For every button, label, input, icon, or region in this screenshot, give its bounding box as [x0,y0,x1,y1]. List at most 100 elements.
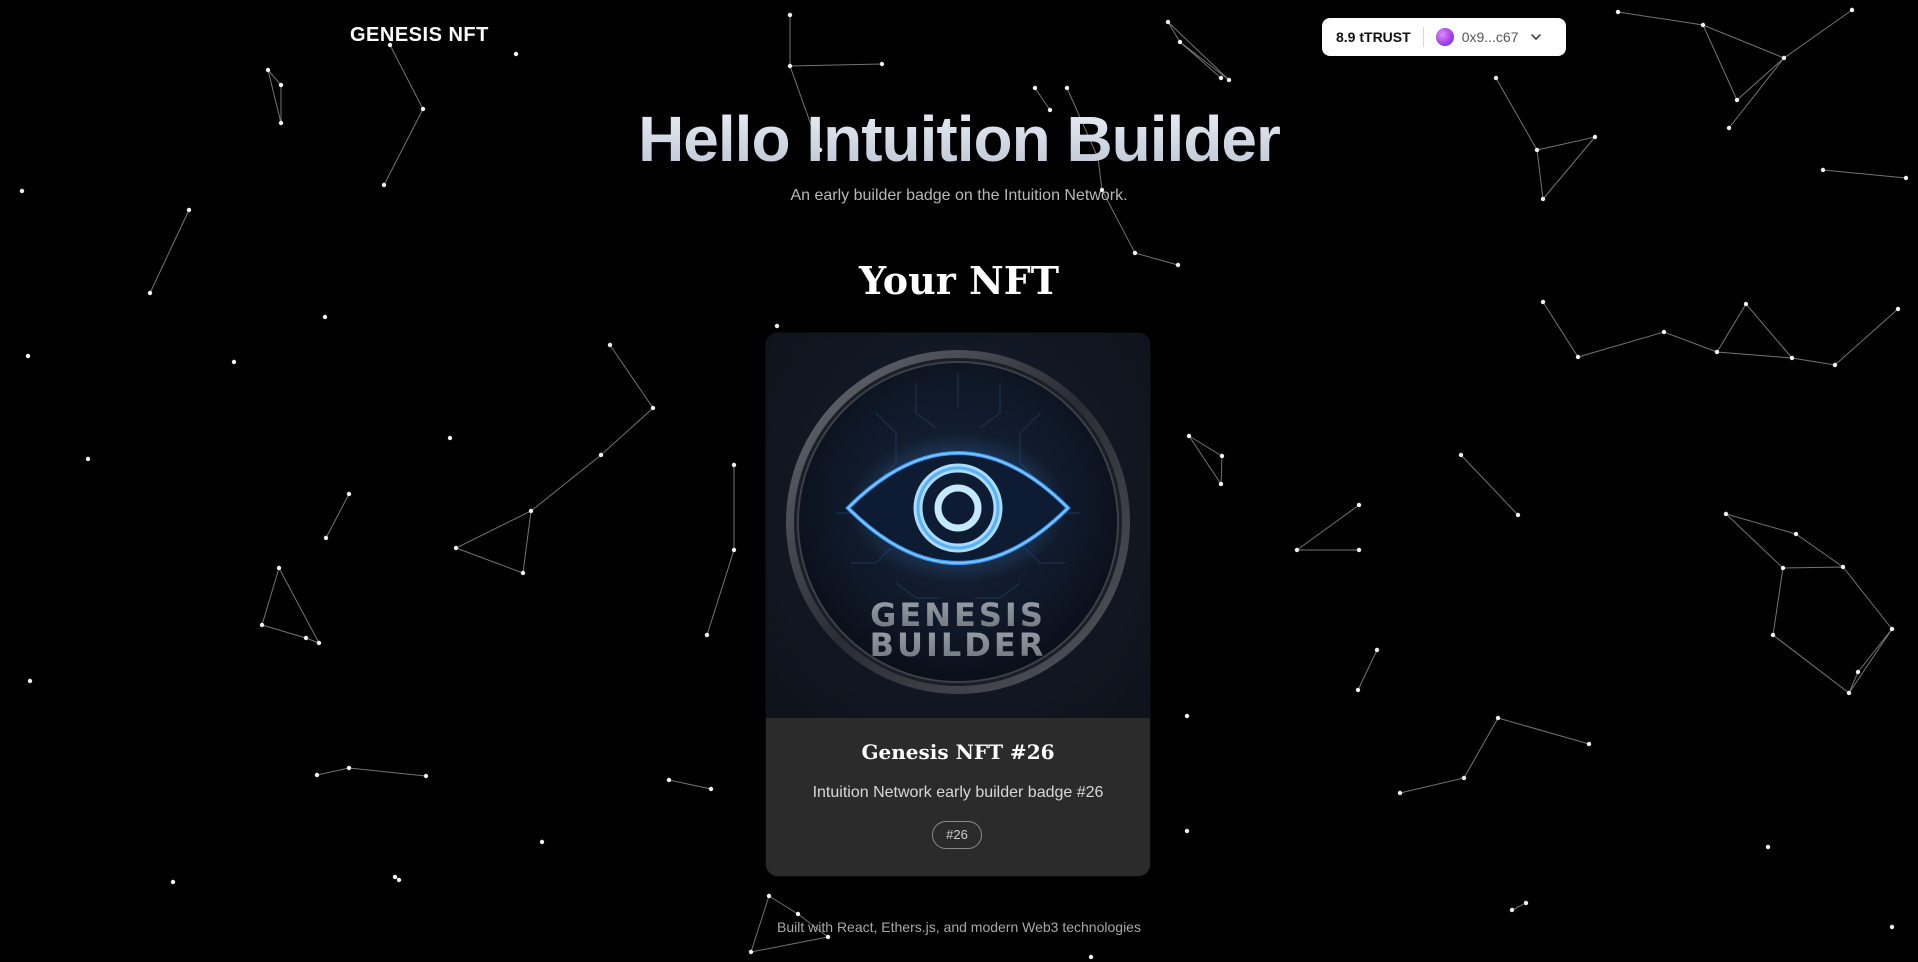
star [825,934,831,940]
nft-card[interactable]: GENESIS BUILDER Genesis NFT #26 Intuitio… [766,333,1150,876]
star [1895,306,1901,312]
constellation-line [454,344,654,574]
star [1700,22,1706,28]
star [265,67,271,73]
star [1495,715,1501,721]
constellation-line [316,767,427,777]
star [879,61,885,67]
section-title: Your NFT [858,258,1060,303]
star [528,508,534,514]
star [314,772,320,778]
constellation-line [1542,301,1899,366]
constellation-line [1179,41,1222,79]
star [27,678,33,684]
star [1165,19,1171,25]
constellation-line [1296,504,1360,551]
star [607,342,613,348]
wallet-button[interactable]: 8.9 tTRUST 0x9...c67 [1322,18,1566,56]
star [323,535,329,541]
star [423,773,429,779]
token-id-badge: #26 [932,821,982,849]
star [787,63,793,69]
star [598,452,604,458]
wallet-avatar [1435,28,1454,46]
star [1770,632,1776,638]
star [346,491,352,497]
wallet-balance: 8.9 tTRUST [1336,29,1411,45]
constellation-line [1357,649,1378,691]
star [666,777,672,783]
constellation-line [325,493,350,539]
constellation-line [1725,513,1893,694]
constellation-line [1188,435,1223,486]
star [1523,900,1529,906]
star [1889,626,1895,632]
star [392,874,398,880]
star [650,405,656,411]
constellation-line [1497,717,1590,745]
star [1226,77,1232,83]
star [278,82,284,88]
star [25,353,31,359]
star [1515,512,1521,518]
star [1458,452,1464,458]
star [1064,85,1070,91]
star [539,839,545,845]
star [766,893,772,899]
star [1184,713,1190,719]
star [447,435,453,441]
star [303,635,309,641]
constellation-line [261,567,321,644]
star [1132,250,1138,256]
page: GENESIS NFT 8.9 tTRUST 0x9...c67 Hello I… [0,0,1918,962]
nft-name: Genesis NFT #26 [861,740,1055,764]
nft-details: Genesis NFT #26 Intuition Network early … [766,718,1150,876]
star [1661,329,1667,335]
star [396,877,402,883]
star [1397,790,1403,796]
nft-description: Intuition Network early builder badge #2… [812,784,1104,801]
star [1356,502,1362,508]
constellation-line [1725,513,1844,568]
star [346,765,352,771]
badge-art-line2: BUILDER [870,626,1047,664]
constellation-line [1716,351,1793,359]
star [1374,647,1380,653]
star [322,314,328,320]
star [787,12,793,18]
star [453,545,459,551]
star [708,786,714,792]
wallet-address: 0x9...c67 [1461,29,1519,45]
brand-logo[interactable]: GENESIS NFT [350,24,489,47]
star [704,632,710,638]
star [1793,531,1799,537]
star [1765,844,1771,850]
star [1780,565,1786,571]
star [1186,433,1192,439]
constellation-line [1460,454,1519,516]
star [1218,75,1224,81]
star [1509,907,1515,913]
star [1615,9,1621,15]
star [1846,690,1852,696]
chevron-down-icon [1529,30,1543,44]
star [85,456,91,462]
page-subtitle: An early builder badge on the Intuition … [790,187,1128,204]
star [1177,39,1183,45]
constellation-line [1167,21,1230,81]
star [795,911,801,917]
star [731,547,737,553]
star [231,359,237,365]
footer-text: Built with React, Ethers.js, and modern … [777,919,1141,935]
genesis-builder-badge-art: GENESIS BUILDER [786,350,1130,694]
star [1184,828,1190,834]
constellation-line [1617,9,1853,59]
star [1714,349,1720,355]
star [1586,741,1592,747]
star [1356,547,1362,553]
star [276,565,282,571]
star [1781,55,1787,61]
wallet-divider [1422,27,1424,47]
star [1088,954,1094,960]
star [1840,564,1846,570]
